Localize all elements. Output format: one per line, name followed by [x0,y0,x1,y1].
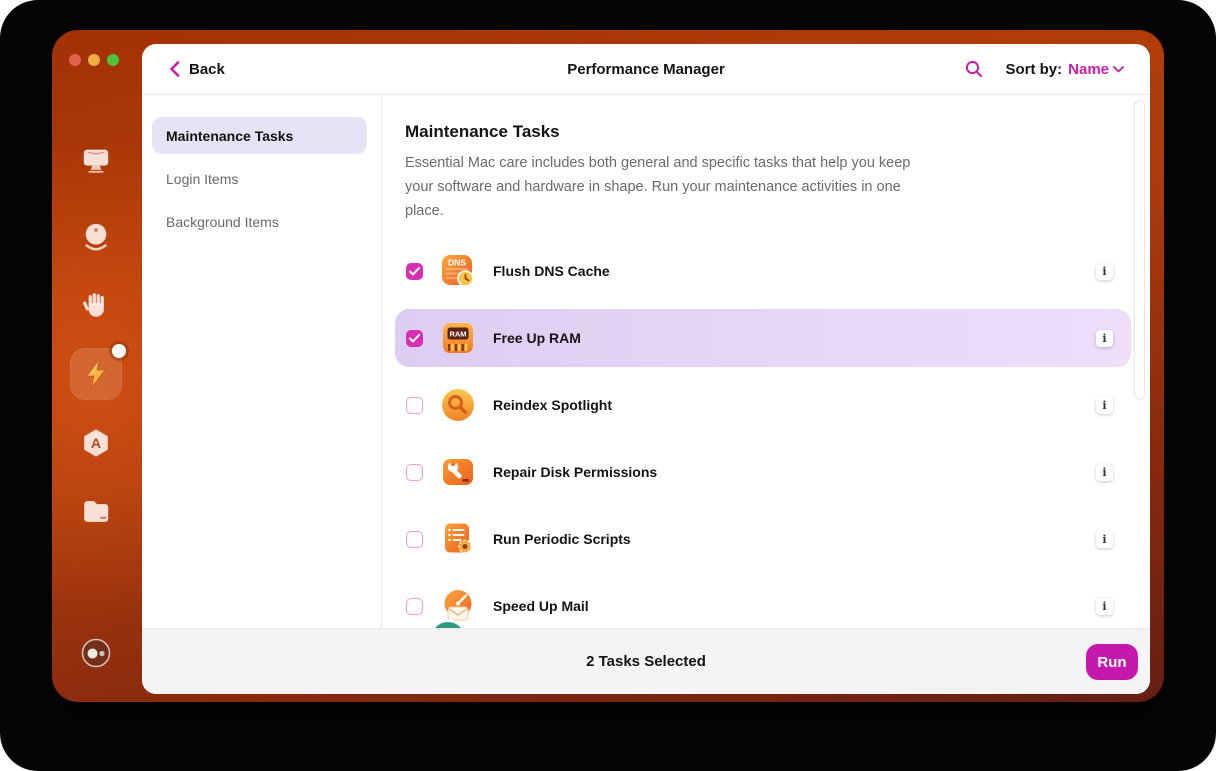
protection-hand-icon[interactable] [78,287,114,323]
svg-text:A: A [91,435,101,451]
svg-text:DNS: DNS [448,258,466,268]
nav-item-label: Background Items [166,213,279,230]
window-controls [69,54,119,66]
zoom-button[interactable] [107,54,119,66]
run-button[interactable]: Run [1086,644,1138,680]
search-icon[interactable] [965,60,983,78]
sort-by-label: Sort by: [1005,60,1063,78]
app-window: A Back Performance Manager Sort by: Name… [52,30,1164,702]
task-list: DNS Flush DNS Cache i RAM Free Up RAM i … [395,242,1150,635]
task-checkbox[interactable] [406,530,423,548]
section-nav: Maintenance Tasks Login Items Background… [142,96,382,628]
task-row-speed-up-mail[interactable]: Speed Up Mail [395,577,1131,635]
task-row-flush-dns-cache[interactable]: DNS Flush DNS Cache [395,242,1131,300]
task-label: Reindex Spotlight [493,397,612,413]
info-icon[interactable] [1096,597,1113,615]
scrollbar-thumb[interactable] [1134,100,1145,400]
minimize-button[interactable] [88,54,100,66]
section-description: Essential Mac care includes both general… [405,155,911,219]
task-label: Free Up RAM [493,330,581,346]
applications-icon[interactable]: A [78,425,114,461]
info-icon[interactable] [1096,262,1113,280]
nav-item-background-items[interactable]: Background Items [152,203,367,240]
assistant-icon[interactable] [78,635,114,671]
svg-text:RAM: RAM [449,330,466,339]
chevron-down-icon [1113,65,1124,72]
task-label: Run Periodic Scripts [493,531,631,547]
info-icon[interactable] [1096,530,1113,548]
nav-item-login-items[interactable]: Login Items [152,160,367,197]
task-label: Speed Up Mail [493,598,589,614]
main-content: Maintenance Tasks Essential Mac care inc… [382,96,1150,656]
cleanup-display-icon[interactable] [78,142,114,178]
sort-by-control[interactable]: Sort by: Name [1005,61,1124,78]
task-checkbox[interactable] [406,396,423,414]
nav-item-maintenance-tasks[interactable]: Maintenance Tasks [152,117,367,154]
card-header: Back Performance Manager Sort by: Name [142,44,1150,95]
disk-wrench-icon [439,453,477,491]
nav-item-label: Maintenance Tasks [166,127,294,144]
task-checkbox[interactable] [406,329,423,347]
ram-chip-icon: RAM [439,319,477,357]
info-icon[interactable] [1096,396,1113,414]
task-row-repair-disk-permissions[interactable]: Repair Disk Permissions [395,443,1131,501]
info-icon[interactable] [1096,463,1113,481]
task-row-run-periodic-scripts[interactable]: Run Periodic Scripts [395,510,1131,568]
task-checkbox[interactable] [406,262,423,280]
close-button[interactable] [69,54,81,66]
task-checkbox[interactable] [406,463,423,481]
task-row-reindex-spotlight[interactable]: Reindex Spotlight [395,376,1131,434]
smart-care-orb-icon[interactable] [78,219,114,255]
script-gear-icon [439,520,477,558]
mail-speedometer-icon [439,587,477,625]
footer-bar: 2 Tasks Selected Run [142,628,1150,694]
task-row-free-up-ram[interactable]: RAM Free Up RAM [395,309,1131,367]
screenshot-stage: A Back Performance Manager Sort by: Name… [0,0,1216,771]
notification-dot [112,344,126,358]
sort-value: Name [1068,60,1109,78]
task-checkbox[interactable] [406,597,423,615]
tasks-selected-status: 2 Tasks Selected [586,653,706,670]
task-label: Repair Disk Permissions [493,464,658,480]
task-label: Flush DNS Cache [493,263,610,279]
dns-cache-icon: DNS [439,252,477,290]
content-card: Back Performance Manager Sort by: Name M… [142,44,1150,694]
spotlight-magnifier-icon [439,386,477,424]
my-clutter-folder-icon[interactable] [78,493,114,529]
section-heading: Maintenance Tasks [405,122,560,141]
nav-item-label: Login Items [166,170,239,187]
info-icon[interactable] [1096,329,1113,347]
performance-bolt-icon[interactable] [78,356,114,392]
